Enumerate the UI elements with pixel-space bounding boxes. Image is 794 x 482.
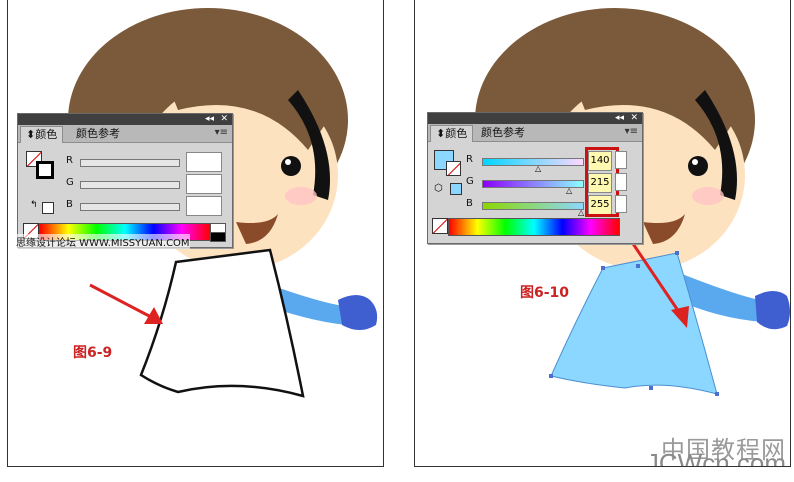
watermark-missyuan: 思缘设计论坛 WWW.MISSYUAN.COM (16, 234, 190, 249)
eye (688, 156, 708, 176)
slider-thumb-g[interactable]: △ (566, 186, 572, 195)
value-g[interactable] (186, 174, 222, 194)
watermark-domain: JCWcn.com (645, 448, 786, 467)
slider-r[interactable]: R (66, 152, 226, 172)
slider-thumb-b[interactable]: △ (578, 208, 584, 217)
glove (755, 291, 790, 330)
default-swatch[interactable] (42, 202, 54, 214)
figure-caption: 图6-10 (520, 285, 570, 301)
pointer-arrow (89, 283, 154, 320)
values-highlight (585, 147, 619, 217)
color-spectrum[interactable] (448, 218, 620, 236)
close-icon[interactable]: ✕ (220, 114, 228, 125)
collapse-icon[interactable]: ◂◂ (615, 113, 624, 124)
figure-caption: 图6-9 (73, 345, 113, 361)
panel-title-bar[interactable]: ◂◂ ✕ (18, 114, 232, 125)
glove (338, 295, 378, 330)
stroke-swatch[interactable] (36, 161, 54, 179)
eye (281, 156, 301, 176)
none-swatch[interactable] (432, 218, 448, 234)
panel-menu-icon[interactable]: ▾≡ (625, 126, 638, 137)
value-b[interactable] (186, 196, 222, 216)
dress-outline (139, 248, 305, 398)
slider-g[interactable]: G (66, 174, 226, 194)
canvas-frame-right: 图6-10 ◂◂ ✕ ⬍颜色 颜色参考 ▾≡ ⬡ R △ 140 G △ 215 (414, 0, 791, 467)
close-icon[interactable]: ✕ (630, 113, 638, 124)
stroke-swatch-none[interactable] (446, 161, 461, 176)
last-color-swatch[interactable] (450, 183, 462, 195)
dress-filled (550, 252, 718, 395)
collapse-icon[interactable]: ◂◂ (205, 114, 214, 125)
color-panel: ◂◂ ✕ ⬍颜色 颜色参考 ▾≡ ⬡ R △ 140 G △ 215 B △ 2… (427, 112, 643, 244)
slider-thumb-r[interactable]: △ (535, 164, 541, 173)
value-r[interactable] (186, 152, 222, 172)
tab-color[interactable]: ⬍颜色 (430, 125, 474, 142)
slider-b[interactable]: B (66, 196, 226, 216)
panel-menu-icon[interactable]: ▾≡ (215, 127, 228, 138)
color-panel: ◂◂ ✕ ⬍颜色 颜色参考 ▾≡ ↰ R G B (17, 113, 233, 248)
tab-color-guide[interactable]: 颜色参考 (476, 125, 530, 141)
black-swatch[interactable] (210, 232, 226, 242)
panel-title-bar[interactable]: ◂◂ ✕ (428, 113, 642, 124)
canvas-frame-left: 图6-9 ◂◂ ✕ ⬍颜色 颜色参考 ▾≡ ↰ R G B 思缘设计论坛 WWW… (7, 0, 384, 467)
tab-color-guide[interactable]: 颜色参考 (71, 126, 125, 142)
swap-icon[interactable]: ↰ (30, 200, 38, 210)
cube-icon[interactable]: ⬡ (434, 183, 443, 194)
tab-color[interactable]: ⬍颜色 (20, 126, 64, 143)
